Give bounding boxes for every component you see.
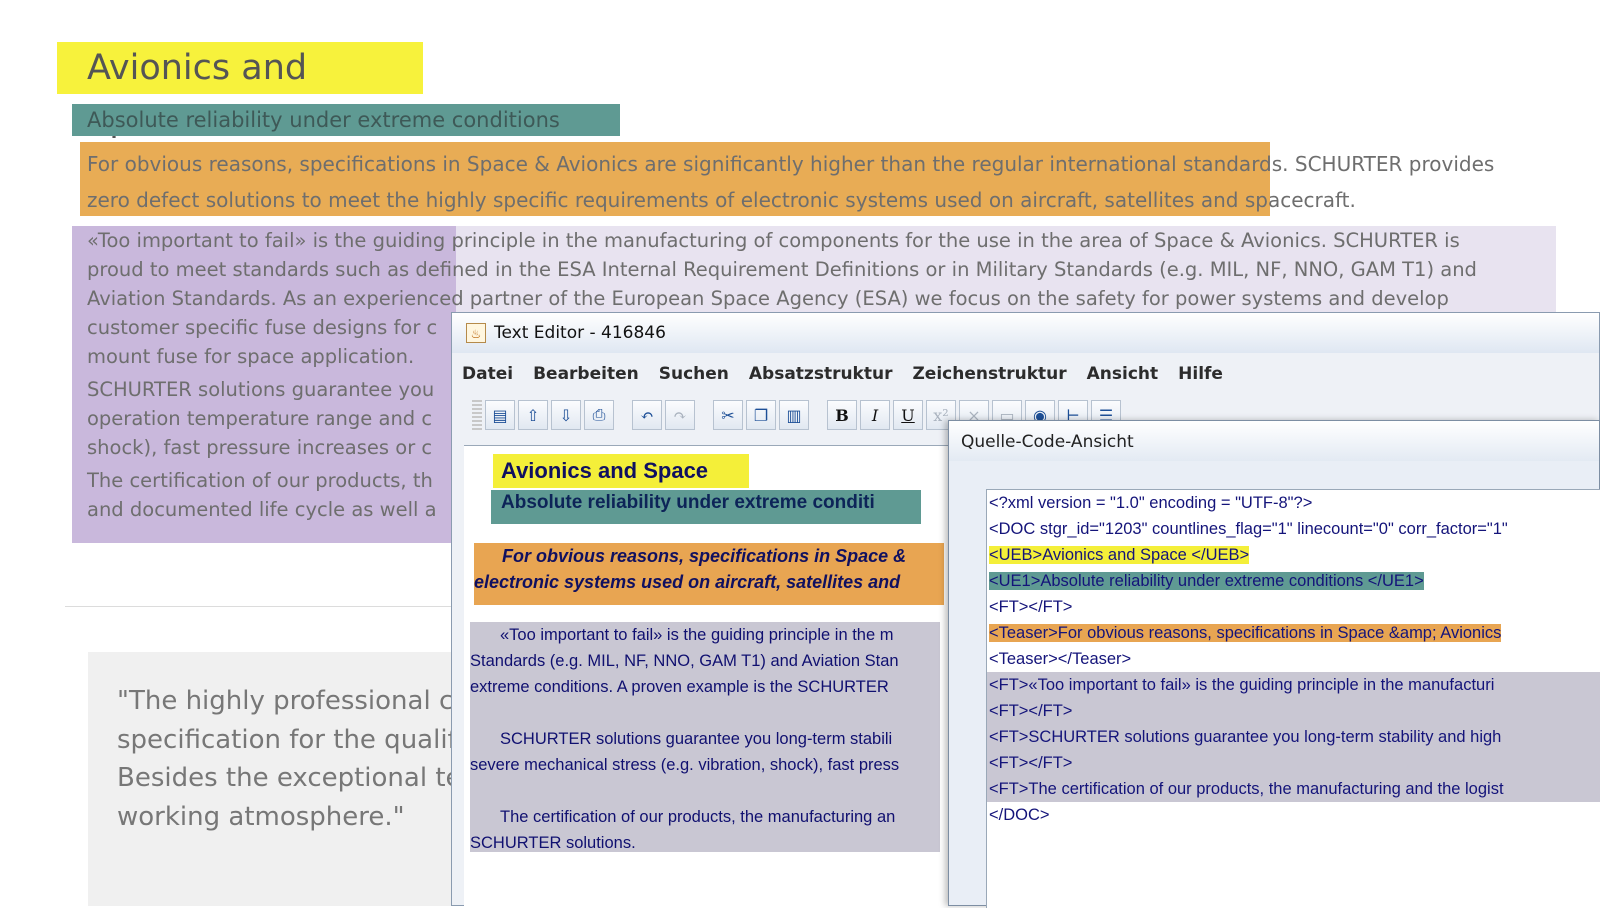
menu-ansicht[interactable]: Ansicht [1087, 361, 1159, 387]
quote-line: Besides the exceptional tec [117, 763, 457, 793]
quote-line: working atmosphere." [117, 801, 405, 832]
doc-empty-line [470, 700, 940, 726]
toolbar-separator [617, 400, 629, 430]
code-line: <Teaser>For obvious reasons, specificati… [987, 620, 1600, 646]
java-app-icon: ♨ [466, 323, 486, 343]
code-line: <FT>The certification of our products, t… [987, 776, 1600, 802]
toolbar-separator [812, 400, 824, 430]
quote-line: specification for the qualifi [117, 724, 457, 755]
code-line: <UE1>Absolute reliability under extreme … [987, 568, 1600, 594]
doc-heading: Avionics and Space [493, 454, 749, 488]
doc-teaser: For obvious reasons, specifications in S… [474, 543, 944, 605]
upload-icon[interactable]: ⇧ [518, 400, 548, 430]
menu-suchen[interactable]: Suchen [659, 361, 729, 387]
italic-icon[interactable]: I [860, 400, 890, 430]
quote-text: "The highly professional co specificatio… [117, 682, 457, 836]
page-heading: Avionics and Space [57, 42, 423, 140]
editor-titlebar[interactable]: ♨ Text Editor - 416846 [452, 313, 1599, 353]
redo-icon[interactable]: ↷ [665, 400, 695, 430]
paragraph-line: proud to meet standards such as defined … [87, 258, 1477, 281]
teaser-line: zero defect solutions to meet the highly… [87, 188, 1356, 212]
paragraph-line: «Too important to fail» is the guiding p… [87, 229, 1460, 252]
paste-icon[interactable]: ▥ [779, 400, 809, 430]
menu-bearbeiten[interactable]: Bearbeiten [533, 361, 639, 387]
code-line: <FT></FT> [989, 598, 1073, 616]
paragraph-line: operation temperature range and c [87, 407, 433, 430]
paragraph-line: shock), fast pressure increases or c [87, 436, 433, 459]
doc-teaser-line: For obvious reasons, specifications in S… [502, 546, 907, 566]
code-line: <DOC stgr_id="1203" countlines_flag="1" … [989, 520, 1508, 538]
copy-icon[interactable]: ❐ [746, 400, 776, 430]
doc-body-line: severe mechanical stress (e.g. vibration… [470, 756, 900, 774]
code-line-teaser: <Teaser>For obvious reasons, specificati… [989, 624, 1502, 642]
toolbar-separator [698, 400, 710, 430]
doc-teaser-line: electronic systems used on aircraft, sat… [474, 572, 901, 592]
source-titlebar[interactable]: Quelle-Code-Ansicht [949, 421, 1599, 461]
menu-datei[interactable]: Datei [462, 361, 513, 387]
bold-icon[interactable]: B [827, 400, 857, 430]
menu-zeichenstruktur[interactable]: Zeichenstruktur [912, 361, 1066, 387]
doc-body: «Too important to fail» is the guiding p… [470, 622, 940, 852]
quote-line: "The highly professional co [117, 686, 457, 716]
code-line: <FT>«Too important to fail» is the guidi… [987, 672, 1600, 698]
download-icon[interactable]: ⇩ [551, 400, 581, 430]
paragraph-line: SCHURTER solutions guarantee you [87, 378, 435, 401]
toolbar-grip-icon[interactable] [472, 400, 482, 430]
paragraph-line: The certification of our products, th [87, 469, 433, 492]
doc-body-line: SCHURTER solutions. [470, 834, 636, 852]
code-line: <UEB>Avionics and Space </UEB> [987, 542, 1600, 568]
save-icon[interactable]: ▤ [485, 400, 515, 430]
code-line: <FT>SCHURTER solutions guarantee you lon… [987, 724, 1600, 750]
source-code-area[interactable]: <?xml version = "1.0" encoding = "UTF-8"… [986, 489, 1600, 908]
cut-icon[interactable]: ✂ [713, 400, 743, 430]
underline-icon[interactable]: U [893, 400, 923, 430]
teaser-line: For obvious reasons, specifications in S… [87, 152, 1495, 176]
code-line: <FT></FT> [987, 750, 1600, 776]
section-divider [65, 606, 465, 607]
doc-body-line: extreme conditions. A proven example is … [470, 678, 889, 696]
print-icon[interactable]: ⎙ [584, 400, 614, 430]
code-line: <?xml version = "1.0" encoding = "UTF-8"… [989, 494, 1313, 512]
code-line: </DOC> [989, 806, 1050, 824]
code-line: <Teaser></Teaser> [989, 650, 1132, 668]
doc-body-line: SCHURTER solutions guarantee you long-te… [500, 730, 893, 748]
editor-title: Text Editor - 416846 [494, 323, 666, 343]
paragraph-line: and documented life cycle as well a [87, 498, 437, 521]
page-subheading: Absolute reliability under extreme condi… [72, 104, 620, 136]
doc-body-line: «Too important to fail» is the guiding p… [500, 626, 894, 644]
source-code-window[interactable]: Quelle-Code-Ansicht <?xml version = "1.0… [948, 420, 1600, 908]
doc-empty-line [470, 778, 940, 804]
paragraph-line: mount fuse for space application. [87, 345, 415, 368]
paragraph-line: Aviation Standards. As an experienced pa… [87, 287, 1449, 310]
paragraph-line: customer specific fuse designs for c [87, 316, 438, 339]
undo-icon[interactable]: ↶ [632, 400, 662, 430]
menu-bar: Datei Bearbeiten Suchen Absatzstruktur Z… [462, 361, 1243, 387]
code-line-ueb: <UEB>Avionics and Space </UEB> [989, 546, 1250, 564]
teaser-text: For obvious reasons, specifications in S… [87, 146, 1557, 218]
doc-subheading: Absolute reliability under extreme condi… [491, 490, 921, 524]
doc-body-line: Standards (e.g. MIL, NF, NNO, GAM T1) an… [470, 652, 899, 670]
menu-absatzstruktur[interactable]: Absatzstruktur [749, 361, 893, 387]
menu-hilfe[interactable]: Hilfe [1178, 361, 1223, 387]
code-line: <FT></FT> [987, 698, 1600, 724]
doc-body-line: The certification of our products, the m… [500, 808, 896, 826]
code-line-ue1: <UE1>Absolute reliability under extreme … [989, 572, 1424, 590]
